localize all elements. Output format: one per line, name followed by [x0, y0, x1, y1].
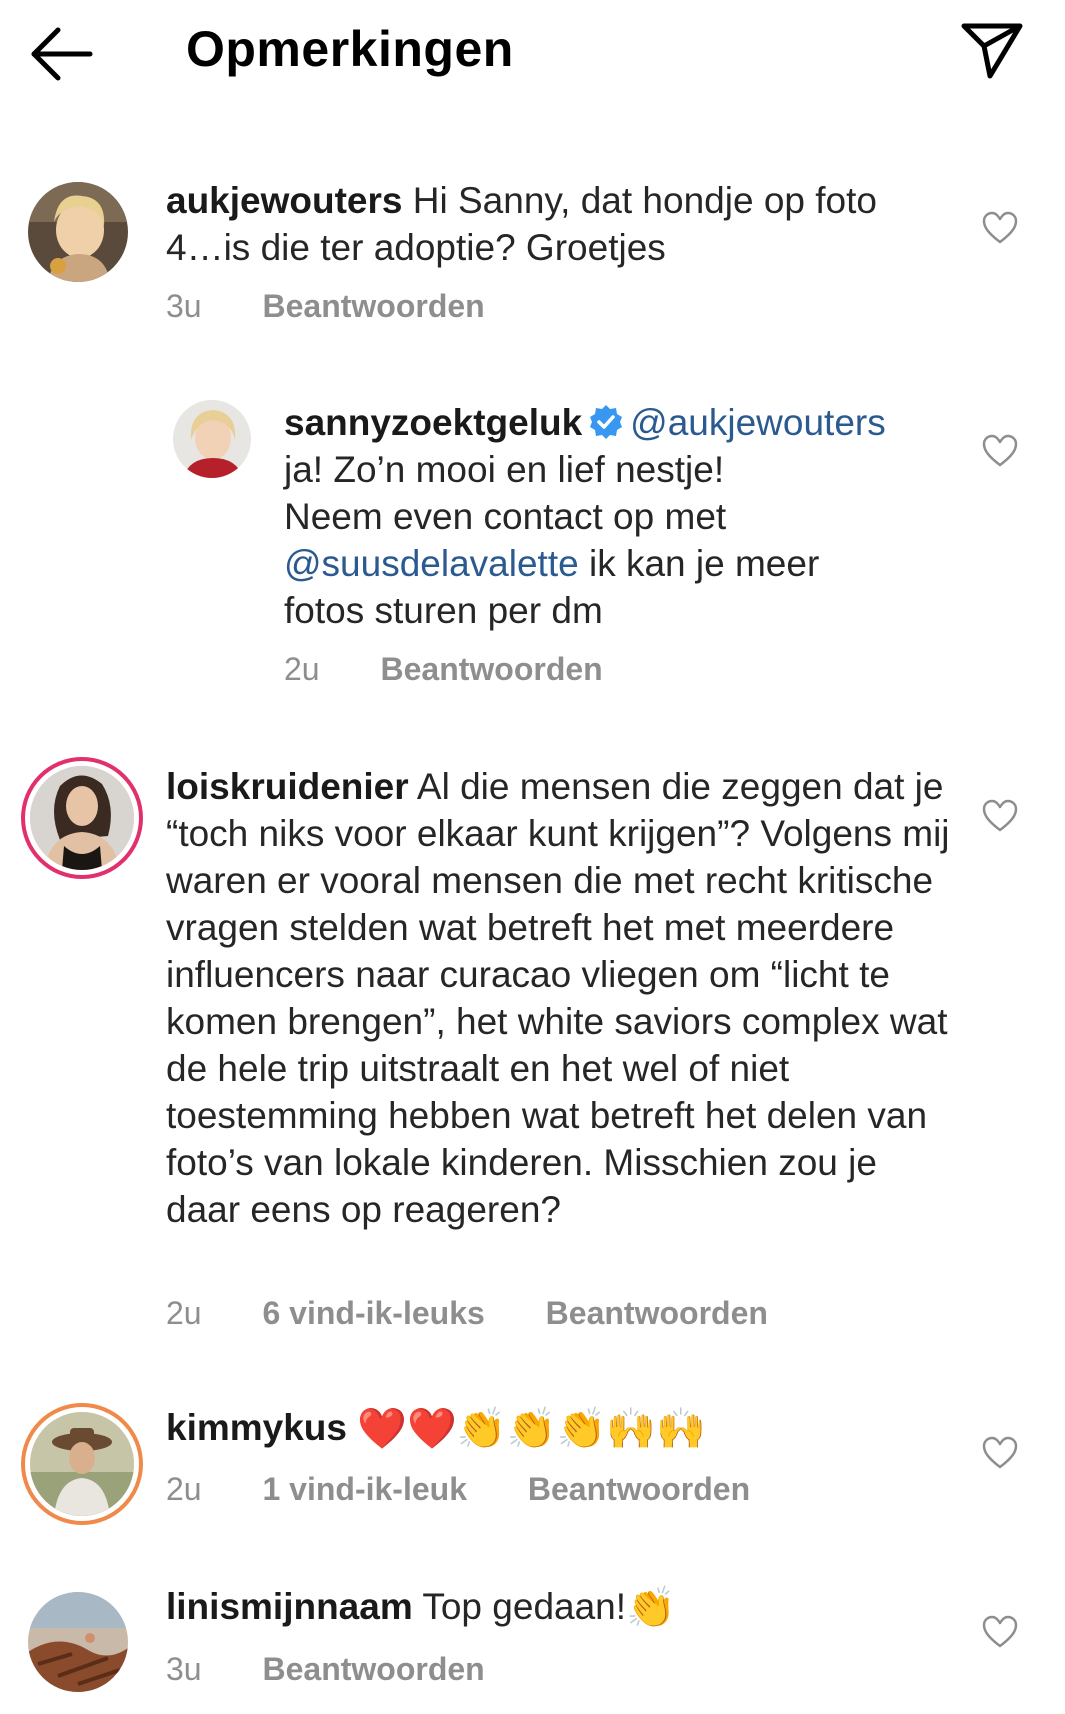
- emoji-reaction: ❤️❤️👏👏👏🙌🙌: [357, 1407, 706, 1451]
- comment-body: Top gedaan!: [422, 1586, 627, 1627]
- reply-button[interactable]: Beantwoorden: [262, 288, 484, 324]
- verified-badge-icon: [588, 404, 624, 440]
- comment-meta: 2u 1 vind-ik-leuk Beantwoorden: [166, 1471, 802, 1508]
- comment-body: fotos sturen per dm: [284, 590, 603, 631]
- username[interactable]: loiskruidenier: [166, 766, 409, 807]
- likes-count[interactable]: 6 vind-ik-leuks: [262, 1295, 484, 1331]
- comment-text: aukjewouters Hi Sanny, dat hondje op fot…: [166, 177, 926, 271]
- comment-meta: 2u Beantwoorden: [284, 651, 655, 688]
- username[interactable]: sannyzoektgeluk: [284, 402, 582, 443]
- reply-button[interactable]: Beantwoorden: [528, 1471, 750, 1507]
- back-arrow-icon[interactable]: [28, 24, 98, 84]
- timestamp: 2u: [166, 1471, 202, 1507]
- heart-icon[interactable]: [982, 799, 1018, 833]
- mention-link[interactable]: @suusdelavalette: [284, 543, 579, 584]
- comment-text: sannyzoektgeluk @aukjewouters ja! Zo’n mo…: [284, 399, 964, 634]
- avatar[interactable]: [173, 400, 251, 478]
- page-title: Opmerkingen: [186, 21, 514, 77]
- reply-button[interactable]: Beantwoorden: [380, 651, 602, 687]
- comment-body: Neem even contact op met: [284, 496, 727, 537]
- reply-button[interactable]: Beantwoorden: [546, 1295, 768, 1331]
- avatar[interactable]: [28, 182, 128, 282]
- reply-button[interactable]: Beantwoorden: [262, 1651, 484, 1687]
- comment-text: kimmykus ❤️❤️👏👏👏🙌🙌: [166, 1404, 946, 1453]
- comment-meta: 3u Beantwoorden: [166, 288, 537, 325]
- comment-text: linismijnnaam Top gedaan!👏: [166, 1583, 946, 1632]
- timestamp: 3u: [166, 1651, 202, 1687]
- send-icon[interactable]: [960, 20, 1024, 80]
- avatar[interactable]: [28, 1592, 128, 1692]
- heart-icon[interactable]: [982, 1436, 1018, 1470]
- heart-icon[interactable]: [982, 1615, 1018, 1649]
- comment-body: ik kan je meer: [578, 543, 820, 584]
- comment-meta: 2u 6 vind-ik-leuks Beantwoorden: [166, 1295, 820, 1332]
- timestamp: 2u: [166, 1295, 202, 1331]
- comment-meta: 3u Beantwoorden: [166, 1651, 537, 1688]
- emoji-reaction: 👏: [626, 1586, 676, 1630]
- comment-body: Al die mensen die zeggen dat je “toch ni…: [166, 766, 950, 1230]
- timestamp: 3u: [166, 288, 202, 324]
- username[interactable]: kimmykus: [166, 1407, 347, 1448]
- avatar[interactable]: [30, 766, 134, 870]
- avatar[interactable]: [30, 1412, 134, 1516]
- heart-icon[interactable]: [982, 434, 1018, 468]
- comment-text: loiskruidenier Al die mensen die zeggen …: [166, 763, 956, 1233]
- comment-body: ja! Zo’n mooi en lief nestje!: [284, 449, 725, 490]
- mention-link[interactable]: @aukjewouters: [630, 402, 886, 443]
- username[interactable]: linismijnnaam: [166, 1586, 413, 1627]
- likes-count[interactable]: 1 vind-ik-leuk: [262, 1471, 467, 1507]
- username[interactable]: aukjewouters: [166, 180, 402, 221]
- heart-icon[interactable]: [982, 211, 1018, 245]
- header: Opmerkingen: [0, 0, 1065, 110]
- timestamp: 2u: [284, 651, 320, 687]
